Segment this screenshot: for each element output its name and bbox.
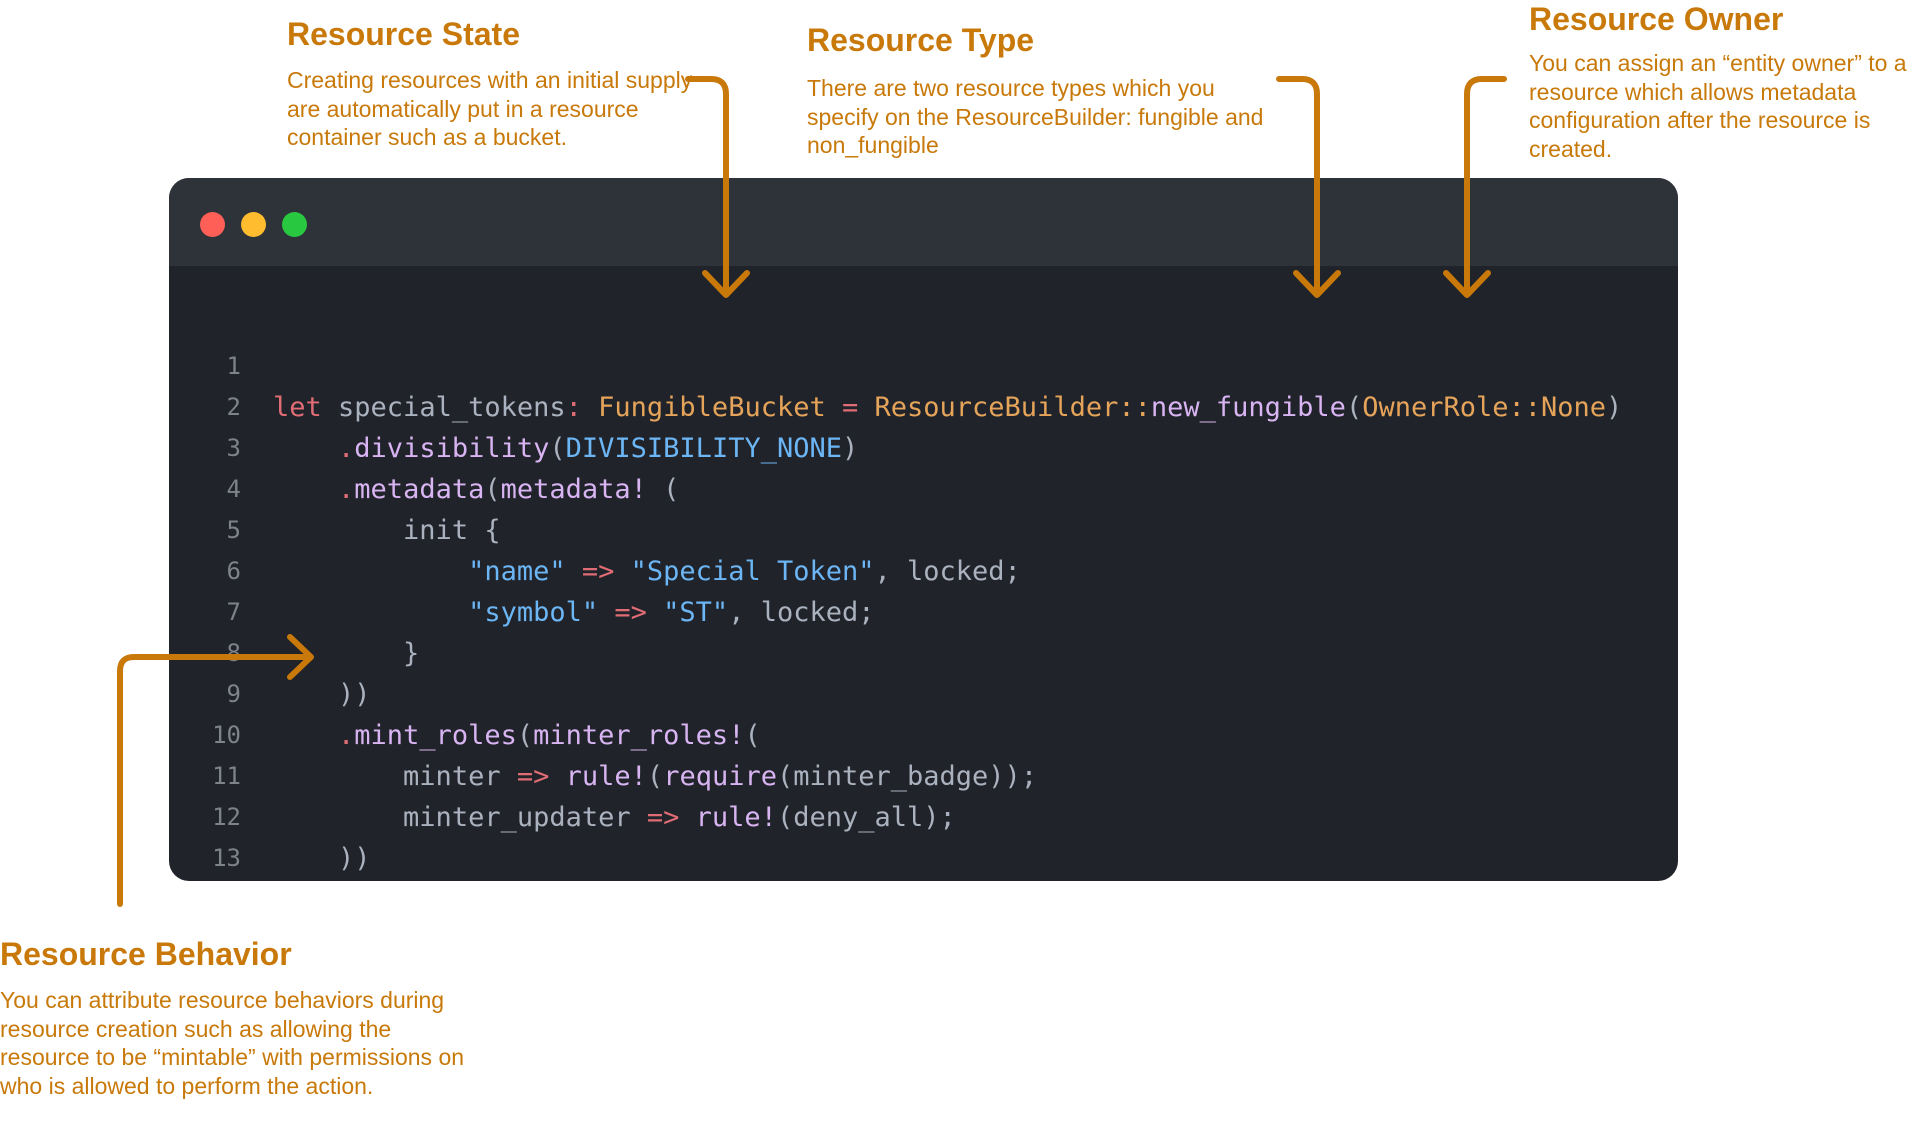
arrow-resource-behavior [117, 654, 311, 907]
arrow-resource-state [685, 76, 729, 297]
arrow-resource-owner [1464, 76, 1507, 297]
arrow-resource-type [1276, 76, 1320, 297]
callout-arrows [117, 76, 1507, 907]
